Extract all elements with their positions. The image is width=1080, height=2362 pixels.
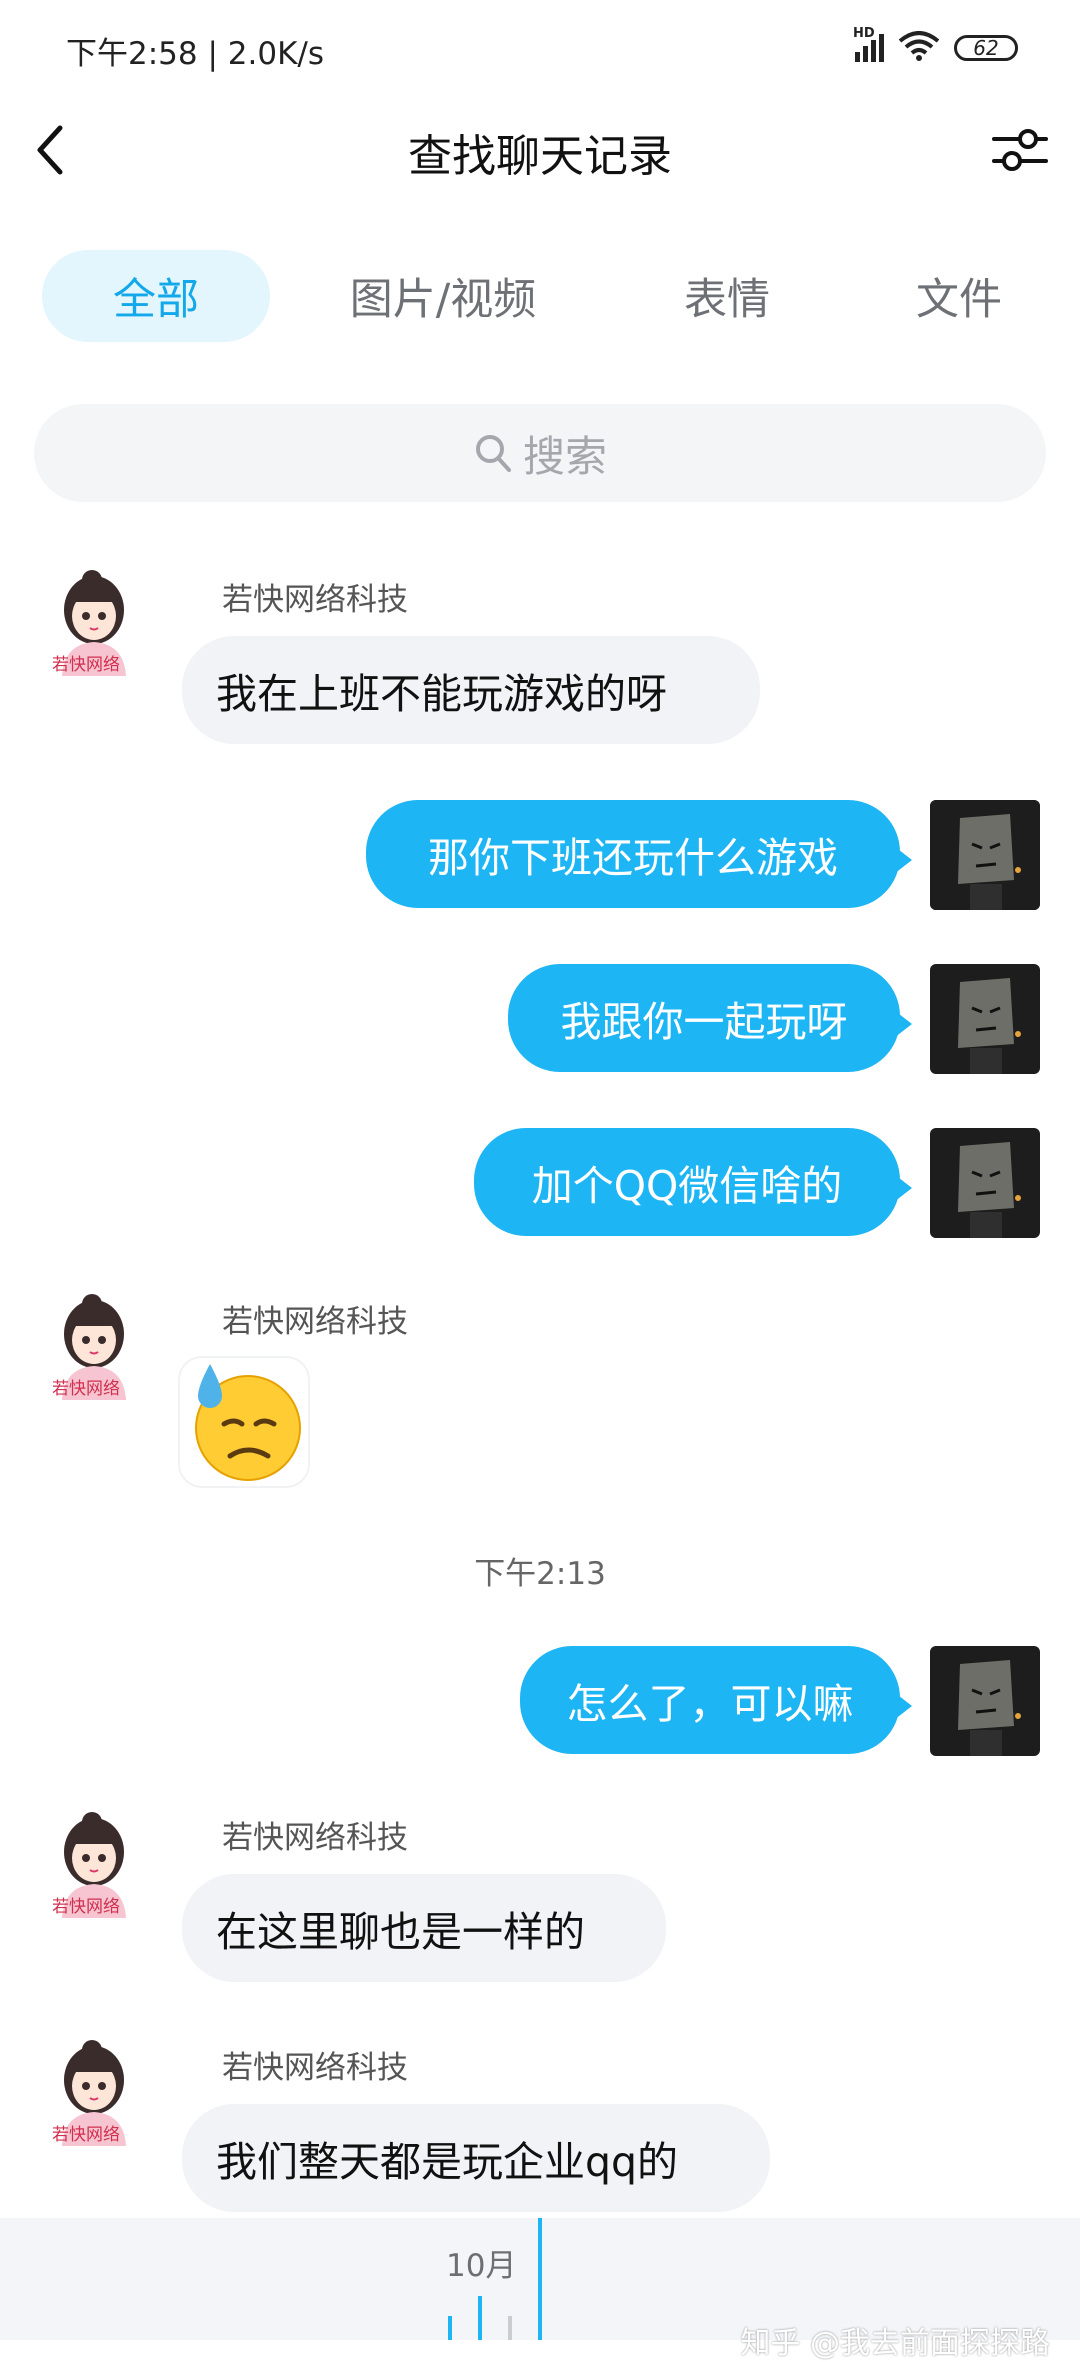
avatar-label: 若快网络 [52,1379,120,1399]
tab-stickers[interactable]: 表情 [644,250,810,342]
timestamp-divider: 下午2:13 [474,1556,606,1592]
self-avatar[interactable] [930,1646,1040,1756]
battery-icon: 62 [954,35,1018,61]
tab-images-videos[interactable]: 图片/视频 [318,250,568,342]
search-input[interactable]: 搜索 [34,404,1046,502]
avatar-label: 若快网络 [52,655,120,675]
sender-name: 若快网络科技 [222,1304,408,1340]
tab-all[interactable]: 全部 [42,250,270,342]
filter-button[interactable] [990,118,1050,182]
contact-avatar[interactable]: 若快网络 [44,2036,154,2146]
tab-files[interactable]: 文件 [876,250,1042,342]
cold-sweat-emoji-icon [195,1364,301,1481]
timeline-month: 10月 [446,2248,517,2284]
message-bubble-incoming[interactable]: 我们整天都是玩企业qq的 [182,2104,770,2212]
message-bubble-outgoing[interactable]: 怎么了，可以嘛 [520,1646,900,1754]
sender-name: 若快网络科技 [222,582,408,618]
avatar-label: 若快网络 [52,2125,120,2145]
sender-name: 若快网络科技 [222,1820,408,1856]
bubble-tail [894,846,912,874]
message-bubble-outgoing[interactable]: 加个QQ微信啥的 [474,1128,900,1236]
contact-avatar[interactable]: 若快网络 [44,566,154,676]
status-time: 下午2:58 | 2.0K/s [66,36,324,72]
avatar-label: 若快网络 [52,1897,120,1917]
status-icons: HD 62 [853,26,1018,66]
timeline-tick [508,2316,512,2340]
self-avatar[interactable] [930,1128,1040,1238]
message-bubble-incoming[interactable]: 在这里聊也是一样的 [182,1874,666,1982]
page-title: 查找聊天记录 [408,131,672,182]
self-avatar[interactable] [930,800,1040,910]
hd-label: HD [853,26,875,41]
search-placeholder: 搜索 [522,431,607,481]
bubble-tail [894,1010,912,1038]
message-bubble-incoming[interactable]: 我在上班不能玩游戏的呀 [182,636,760,744]
timeline-tick [478,2296,482,2340]
bubble-tail [894,1174,912,1202]
filter-sliders-icon [992,129,1048,171]
contact-avatar[interactable]: 若快网络 [44,1290,154,1400]
watermark: 知乎 @我去前面探探路 [740,2326,1050,2361]
bubble-tail [894,1692,912,1720]
sender-name: 若快网络科技 [222,2050,408,2086]
emoji-message[interactable] [178,1356,310,1488]
timeline-tick [448,2316,452,2340]
search-icon [475,435,511,472]
self-avatar[interactable] [930,964,1040,1074]
wifi-icon [898,31,940,65]
message-bubble-outgoing[interactable]: 我跟你一起玩呀 [508,964,900,1072]
message-bubble-outgoing[interactable]: 那你下班还玩什么游戏 [366,800,900,908]
timeline-cursor[interactable] [538,2218,542,2340]
contact-avatar[interactable]: 若快网络 [44,1808,154,1918]
signal-icon: HD [853,26,884,62]
